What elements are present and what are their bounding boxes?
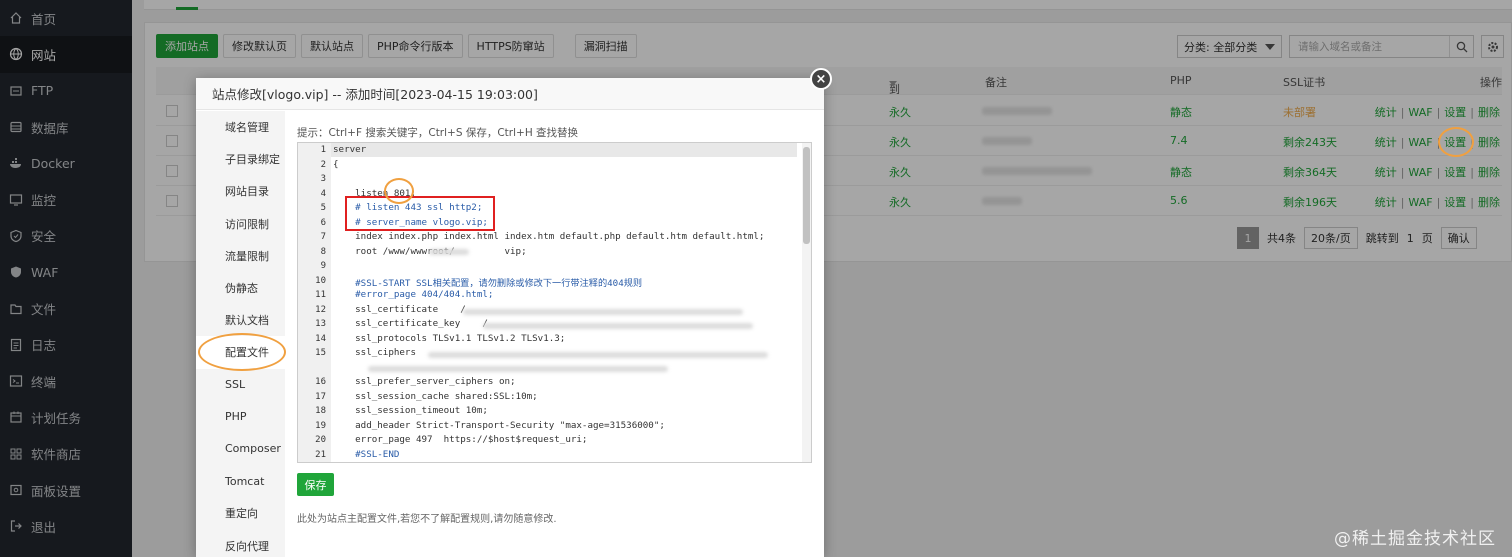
line-number: 16 bbox=[315, 377, 326, 387]
code-line: { bbox=[333, 158, 339, 170]
code-line: ssl_certificate / bbox=[333, 303, 466, 315]
config-editor[interactable]: 1 server 2{3 4 listen 801; 5 # listen 443 ss… bbox=[297, 142, 812, 463]
annotation-ring-listen bbox=[384, 178, 414, 204]
code-line: index index.php index.html index.htm def… bbox=[333, 231, 765, 242]
line-number: 3 bbox=[320, 174, 326, 184]
close-icon[interactable]: × bbox=[810, 68, 832, 90]
code-line: ssl_protocols TLSv1.1 TLSv1.2 TLSv1.3; bbox=[333, 332, 566, 344]
line-number: 11 bbox=[315, 290, 326, 300]
active-line-highlight bbox=[331, 143, 797, 157]
code-line: ssl_ciphers bbox=[333, 347, 416, 358]
line-number: 17 bbox=[315, 391, 326, 402]
modal-title: 站点修改[vlogo.vip] -- 添加时间[2023-04-15 19:03… bbox=[196, 78, 824, 110]
modal-nav-php[interactable]: PHP bbox=[196, 401, 285, 433]
editor-hint: 提示：Ctrl+F 搜索关键字，Ctrl+S 保存，Ctrl+H 查找替换 bbox=[297, 127, 579, 139]
annotation-ring-config-file bbox=[198, 333, 286, 371]
line-number: 19 bbox=[315, 420, 326, 431]
code-line: ssl_prefer_server_ciphers on; bbox=[333, 376, 516, 387]
line-number: 6 bbox=[320, 217, 326, 228]
line-number: 2 bbox=[320, 159, 326, 170]
line-number: 15 bbox=[315, 348, 326, 358]
modal-nav-default-doc[interactable]: 默认文档 bbox=[196, 304, 285, 336]
annotation-ring-settings bbox=[1438, 127, 1474, 157]
modal-nav-traffic-limit[interactable]: 流量限制 bbox=[196, 240, 285, 272]
modal-nav-subdir[interactable]: 子目录绑定 bbox=[196, 143, 285, 175]
modal-nav-ssl[interactable]: SSL bbox=[196, 369, 285, 401]
code-line: #SSL-END bbox=[333, 448, 400, 460]
line-number: 21 bbox=[315, 449, 326, 460]
line-number: 10 bbox=[315, 275, 326, 286]
code-line: error_page 497 https://$host$request_uri… bbox=[333, 434, 588, 445]
scrollbar-thumb[interactable] bbox=[803, 147, 810, 244]
line-number: 9 bbox=[320, 261, 326, 271]
line-number: 18 bbox=[315, 406, 326, 416]
line-number: 12 bbox=[315, 304, 326, 315]
annotation-red-box bbox=[345, 196, 495, 231]
modal-nav-composer[interactable]: Composer bbox=[196, 433, 285, 465]
config-note: 此处为站点主配置文件,若您不了解配置规则,请勿随意修改. bbox=[297, 514, 557, 525]
line-number: 4 bbox=[320, 188, 326, 199]
site-edit-modal: 站点修改[vlogo.vip] -- 添加时间[2023-04-15 19:03… bbox=[196, 78, 824, 557]
line-number: 14 bbox=[315, 333, 326, 344]
modal-nav-site-dir[interactable]: 网站目录 bbox=[196, 175, 285, 207]
code-line: server bbox=[333, 144, 367, 155]
line-number: 20 bbox=[315, 435, 326, 445]
blurred-cert-path bbox=[463, 309, 743, 315]
line-number: 1 bbox=[320, 145, 326, 155]
line-number: 7 bbox=[320, 232, 326, 242]
code-line: #error_page 404/404.html; bbox=[333, 289, 494, 300]
code-line: ssl_session_cache shared:SSL:10m; bbox=[333, 390, 538, 402]
code-line: add_header Strict-Transport-Security "ma… bbox=[333, 419, 665, 431]
modal-nav-reverse-proxy[interactable]: 反向代理 bbox=[196, 529, 285, 557]
blurred-ciphers-cont bbox=[368, 366, 668, 372]
blurred-key-path bbox=[483, 323, 753, 329]
code-line: ssl_session_timeout 10m; bbox=[333, 405, 488, 416]
watermark: @稀土掘金技术社区 bbox=[1334, 529, 1496, 549]
line-number: 13 bbox=[315, 319, 326, 329]
editor-scrollbar[interactable] bbox=[802, 143, 811, 462]
modal-nav-tomcat[interactable]: Tomcat bbox=[196, 465, 285, 497]
modal-nav-domain[interactable]: 域名管理 bbox=[196, 111, 285, 143]
modal-nav-access-limit[interactable]: 访问限制 bbox=[196, 208, 285, 240]
modal-nav-rewrite[interactable]: 伪静态 bbox=[196, 272, 285, 304]
blurred-ciphers bbox=[428, 352, 768, 358]
line-number: 8 bbox=[320, 246, 326, 257]
code-line: ssl_certificate_key / bbox=[333, 318, 488, 329]
modal-nav-redirect[interactable]: 重定向 bbox=[196, 497, 285, 529]
save-button[interactable]: 保存 bbox=[297, 473, 334, 496]
code-line: #SSL-START SSL相关配置，请勿删除或修改下一行带注释的404规则 bbox=[333, 277, 643, 289]
blurred-root-path bbox=[429, 249, 469, 255]
line-number: 5 bbox=[320, 203, 326, 213]
